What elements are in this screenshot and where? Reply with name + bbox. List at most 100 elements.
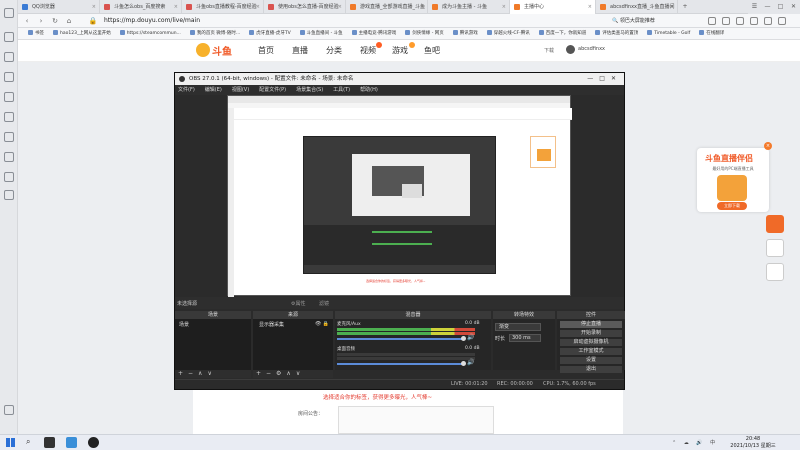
- close-icon[interactable]: ×: [174, 0, 178, 14]
- douyu-logo[interactable]: 斗鱼: [196, 42, 242, 58]
- transition-select[interactable]: 渐变: [495, 323, 541, 331]
- screenshot-icon[interactable]: [764, 17, 772, 25]
- chat-icon[interactable]: [4, 152, 14, 162]
- browser-tab[interactable]: 斗鱼怎么obs_百度搜索 ×: [100, 0, 182, 14]
- doc-icon[interactable]: [4, 52, 14, 62]
- back-icon[interactable]: ‹: [22, 16, 32, 26]
- video-icon[interactable]: [4, 190, 14, 200]
- obs-preview[interactable]: 选择适合你的标签，获得更多曝光，人气棒~: [227, 95, 572, 297]
- close-icon[interactable]: ×: [92, 0, 96, 14]
- start-recording-button[interactable]: 开始录制: [560, 330, 622, 337]
- maximize-icon[interactable]: □: [774, 0, 787, 14]
- bookmark-item[interactable]: 虎牙直播-虎牙TV: [249, 28, 290, 39]
- bookmark-item[interactable]: Timetable - Golf: [647, 28, 690, 39]
- scenes-toolbar[interactable]: +−∧∨: [175, 370, 251, 378]
- source-item[interactable]: 显示器采集: [259, 321, 284, 328]
- bookmark-item[interactable]: hao123_上网从这里开始: [53, 28, 111, 39]
- scene-item[interactable]: 场景: [179, 321, 189, 328]
- bookmark-item[interactable]: 在线翻译: [699, 28, 724, 39]
- close-window-icon[interactable]: ✕: [787, 0, 800, 14]
- menu-icon[interactable]: ☰: [748, 0, 761, 14]
- account-icon[interactable]: [736, 17, 744, 25]
- history-icon[interactable]: [4, 8, 14, 18]
- speaker-icon[interactable]: 🔊: [467, 334, 474, 341]
- browser-tab[interactable]: 成为斗鱼主播 - 斗鱼 ×: [428, 0, 510, 14]
- forward-icon[interactable]: ›: [36, 16, 46, 26]
- nav-live[interactable]: 直播: [292, 45, 308, 56]
- fader-knob-icon[interactable]: [461, 361, 466, 366]
- extension-icon[interactable]: [708, 17, 716, 25]
- notice-textarea[interactable]: [338, 406, 494, 434]
- download-link[interactable]: 下载: [544, 47, 554, 54]
- visibility-lock-icon[interactable]: 👁 🔒: [315, 321, 329, 327]
- promo-download-button[interactable]: 立即下载: [717, 202, 747, 210]
- mixer-fader[interactable]: [337, 338, 463, 340]
- obs-studio-icon[interactable]: [88, 437, 99, 448]
- username[interactable]: abcsdfinxx: [578, 46, 605, 52]
- browser-tab[interactable]: 使用obs怎么直播-百度经验 ×: [264, 0, 346, 14]
- grid-icon[interactable]: [4, 132, 14, 142]
- windows-start-icon[interactable]: [6, 438, 15, 447]
- new-tab-button[interactable]: +: [678, 0, 692, 13]
- browser-tab[interactable]: 游戏直播_全部游戏直播_斗鱼 ×: [346, 0, 428, 14]
- tools-icon[interactable]: [750, 17, 758, 25]
- bookmark-item[interactable]: 书签: [28, 28, 44, 39]
- bookmark-item[interactable]: 剑侠情缘 - 网页: [405, 28, 443, 39]
- close-icon[interactable]: ×: [502, 0, 506, 14]
- bookmark-icon[interactable]: [4, 32, 14, 42]
- bookmark-item[interactable]: https://steamcommun...: [120, 28, 181, 39]
- bookmark-item[interactable]: 穿越火线-CF-腾讯: [487, 28, 530, 39]
- obs-app-icon[interactable]: [44, 437, 55, 448]
- settings-button[interactable]: 设置: [560, 357, 622, 364]
- float-share-icon[interactable]: [766, 263, 784, 281]
- browser-tab[interactable]: 斗鱼obs直播教程-百度经验 ×: [182, 0, 264, 14]
- close-icon[interactable]: ×: [588, 0, 592, 14]
- obs-menu-scene-collection[interactable]: 场景集合(S): [296, 85, 323, 95]
- promo-close-icon[interactable]: ×: [764, 142, 772, 150]
- exit-button[interactable]: 退出: [560, 366, 622, 373]
- close-icon[interactable]: ×: [338, 0, 342, 14]
- virtual-camera-button[interactable]: 启动虚拟摄像机: [560, 339, 622, 346]
- bookmark-item[interactable]: 主播电竞-腾讯游戏: [352, 28, 397, 39]
- mail-icon[interactable]: [4, 72, 14, 82]
- obs-menu-view[interactable]: 视图(V): [232, 85, 249, 95]
- settings-icon[interactable]: [4, 405, 14, 415]
- mixer-fader[interactable]: [337, 363, 463, 365]
- float-home-icon[interactable]: [766, 239, 784, 257]
- close-icon[interactable]: ×: [420, 0, 424, 14]
- minimize-icon[interactable]: —: [761, 0, 774, 14]
- search-suggestion[interactable]: 🔍 领巴大屏能推荐: [612, 17, 655, 24]
- close-icon[interactable]: ×: [670, 0, 674, 14]
- bookmark-item[interactable]: 百度一下，你就知道: [539, 28, 587, 39]
- refresh-icon[interactable]: ↻: [50, 16, 60, 26]
- close-icon[interactable]: ×: [256, 0, 260, 14]
- bookmark-item[interactable]: 腾讯游戏: [453, 28, 478, 39]
- download-icon[interactable]: [722, 17, 730, 25]
- browser-tab[interactable]: abcsdfinxx直播_斗鱼直播间 ×: [596, 0, 678, 14]
- nav-forum[interactable]: 鱼吧: [424, 45, 440, 56]
- url-field[interactable]: https://mp.douyu.com/live/main: [104, 17, 200, 24]
- reader-icon[interactable]: [4, 112, 14, 122]
- avatar[interactable]: [566, 45, 575, 54]
- nav-category[interactable]: 分类: [326, 45, 342, 56]
- system-tray[interactable]: ⌃ ☁ 🔊 中: [672, 439, 718, 446]
- bookmark-item[interactable]: 评估类查马的置顶: [595, 28, 638, 39]
- taskbar-search-icon[interactable]: ⌕: [26, 437, 30, 447]
- duration-input[interactable]: 300 ms: [509, 334, 541, 342]
- studio-mode-button[interactable]: 工作室模式: [560, 348, 622, 355]
- favorites-icon[interactable]: [778, 17, 786, 25]
- obs-window-controls[interactable]: —□✕: [587, 73, 622, 85]
- obs-menu-file[interactable]: 文件(F): [178, 85, 195, 95]
- bookmark-item[interactable]: 斗鱼直播间 - 斗鱼: [300, 28, 343, 39]
- nav-home[interactable]: 首页: [258, 45, 274, 56]
- obs-menu-edit[interactable]: 编辑(E): [205, 85, 222, 95]
- obs-menu-help[interactable]: 帮助(H): [360, 85, 378, 95]
- game-icon[interactable]: [4, 172, 14, 182]
- speaker-icon[interactable]: 🔊: [467, 359, 474, 366]
- browser-tab[interactable]: QQ浏览器 ×: [18, 0, 100, 14]
- nav-video[interactable]: 视频: [360, 45, 376, 56]
- browser-tab-active[interactable]: 主播中心 ×: [510, 0, 596, 14]
- clock[interactable]: 20:48 2021/10/13 星期三: [730, 436, 776, 450]
- sources-toolbar[interactable]: +−⚙∧∨: [253, 370, 333, 378]
- properties-button[interactable]: ⚙属性: [291, 300, 305, 307]
